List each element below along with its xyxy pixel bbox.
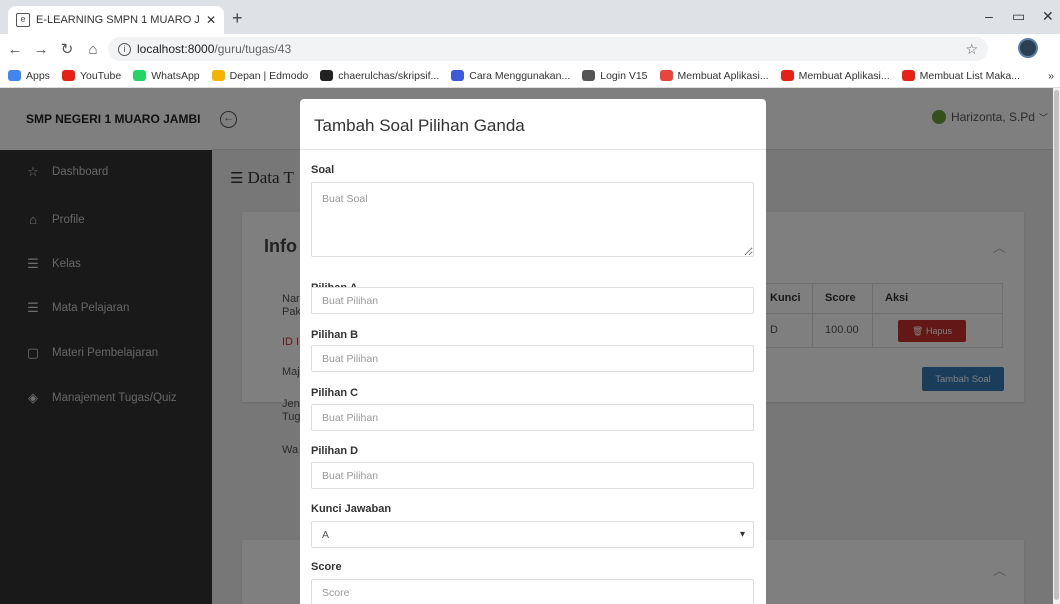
bookmark-label: Login V15 <box>600 69 648 82</box>
browser-tab[interactable]: e E-LEARNING SMPN 1 MUARO JA ✕ <box>8 6 224 34</box>
bookmark-icon <box>659 70 673 81</box>
bookmark-item[interactable]: Membuat Aplikasi... <box>780 69 890 82</box>
bookmark-item[interactable]: Apps <box>8 70 50 82</box>
kunci-jawaban-value: A <box>322 528 330 541</box>
score-label: Score <box>311 561 342 573</box>
browser-tabbar: e E-LEARNING SMPN 1 MUARO JA ✕ + – ▭ ✕ <box>0 0 1060 34</box>
bookmark-item[interactable]: chaerulchas/skripsif... <box>320 70 439 82</box>
bookmark-star-icon[interactable]: ☆ <box>965 41 978 58</box>
bookmark-item[interactable]: Depan | Edmodo <box>211 69 309 82</box>
window-close-icon[interactable]: ✕ <box>1042 8 1054 25</box>
bookmark-icon <box>211 70 225 81</box>
kunci-jawaban-select[interactable]: A ▾ <box>311 521 754 548</box>
bookmark-item[interactable]: Cara Menggunakan... <box>451 70 570 82</box>
bookmark-item[interactable]: Membuat List Maka... <box>901 69 1020 82</box>
url-host: localhost:8000 <box>137 42 215 56</box>
bookmark-label: Depan | Edmodo <box>229 69 309 82</box>
bookmark-icon <box>320 70 334 81</box>
info-icon[interactable]: i <box>118 42 131 56</box>
bookmark-icon <box>780 70 794 81</box>
bookmarks-overflow-icon[interactable]: » <box>1048 70 1054 82</box>
browser-profile-avatar[interactable] <box>1018 38 1038 58</box>
modal-divider <box>300 149 766 150</box>
modal-title: Tambah Soal Pilihan Ganda <box>314 116 525 135</box>
bookmark-label: YouTube <box>79 69 122 82</box>
pilihan-b-label: Pilihan B <box>311 329 359 341</box>
bookmark-icon <box>901 70 915 81</box>
pilihan-b-input[interactable] <box>311 345 754 372</box>
add-question-modal: Tambah Soal Pilihan Ganda Soal Pilihan A… <box>300 99 766 604</box>
tab-title: E-LEARNING SMPN 1 MUARO JA <box>36 14 200 26</box>
soal-textarea[interactable] <box>311 182 754 257</box>
bookmark-label: Apps <box>26 69 50 82</box>
pilihan-c-input[interactable] <box>311 404 754 431</box>
pilihan-d-label: Pilihan D <box>311 445 359 457</box>
bookmark-icon <box>61 70 75 81</box>
pilihan-d-input[interactable] <box>311 462 754 489</box>
minimize-icon[interactable]: – <box>985 8 993 24</box>
bookmark-icon <box>451 70 465 81</box>
forward-arrow-icon[interactable]: → <box>30 41 52 58</box>
bookmark-label: Membuat Aplikasi... <box>798 69 890 82</box>
pilihan-c-label: Pilihan C <box>311 387 359 399</box>
bookmark-icon <box>133 70 147 81</box>
bookmark-icon <box>8 70 21 81</box>
score-input[interactable] <box>311 579 754 604</box>
bookmark-item[interactable]: WhatsApp <box>133 69 200 82</box>
bookmark-item[interactable]: Membuat Aplikasi... <box>659 69 769 82</box>
pilihan-a-input[interactable] <box>311 287 754 314</box>
maximize-icon[interactable]: ▭ <box>1012 8 1025 25</box>
bookmark-label: Membuat Aplikasi... <box>677 69 769 82</box>
url-path: /guru/tugas/43 <box>214 42 292 56</box>
kunci-jawaban-label: Kunci Jawaban <box>311 503 392 515</box>
reload-icon[interactable]: ↻ <box>56 40 78 58</box>
tab-close-icon[interactable]: ✕ <box>206 13 216 27</box>
url-input[interactable]: i localhost:8000/guru/tugas/43 ☆ <box>108 37 988 61</box>
bookmarks-bar: Apps YouTube WhatsApp Depan | Edmodo chaerul… <box>0 64 1060 88</box>
bookmark-item[interactable]: YouTube <box>61 69 122 82</box>
bookmark-label: chaerulchas/skripsif... <box>338 69 440 82</box>
home-icon[interactable]: ⌂ <box>82 41 104 58</box>
bookmark-label: Membuat List Maka... <box>919 69 1020 82</box>
bookmark-item[interactable]: Login V15 <box>582 69 648 82</box>
bookmark-label: Cara Menggunakan... <box>469 69 571 82</box>
chevron-down-icon: ▾ <box>739 529 745 540</box>
soal-label: Soal <box>311 164 335 176</box>
new-tab-icon[interactable]: + <box>232 8 243 29</box>
site-favicon-icon: e <box>16 13 30 27</box>
address-bar-row: ← → ↻ ⌂ i localhost:8000/guru/tugas/43 ☆… <box>0 34 1060 90</box>
page-scrollbar-thumb[interactable] <box>1054 90 1059 600</box>
bookmark-label: WhatsApp <box>151 69 200 82</box>
back-arrow-icon[interactable]: ← <box>4 41 26 58</box>
bookmark-icon <box>582 70 596 81</box>
